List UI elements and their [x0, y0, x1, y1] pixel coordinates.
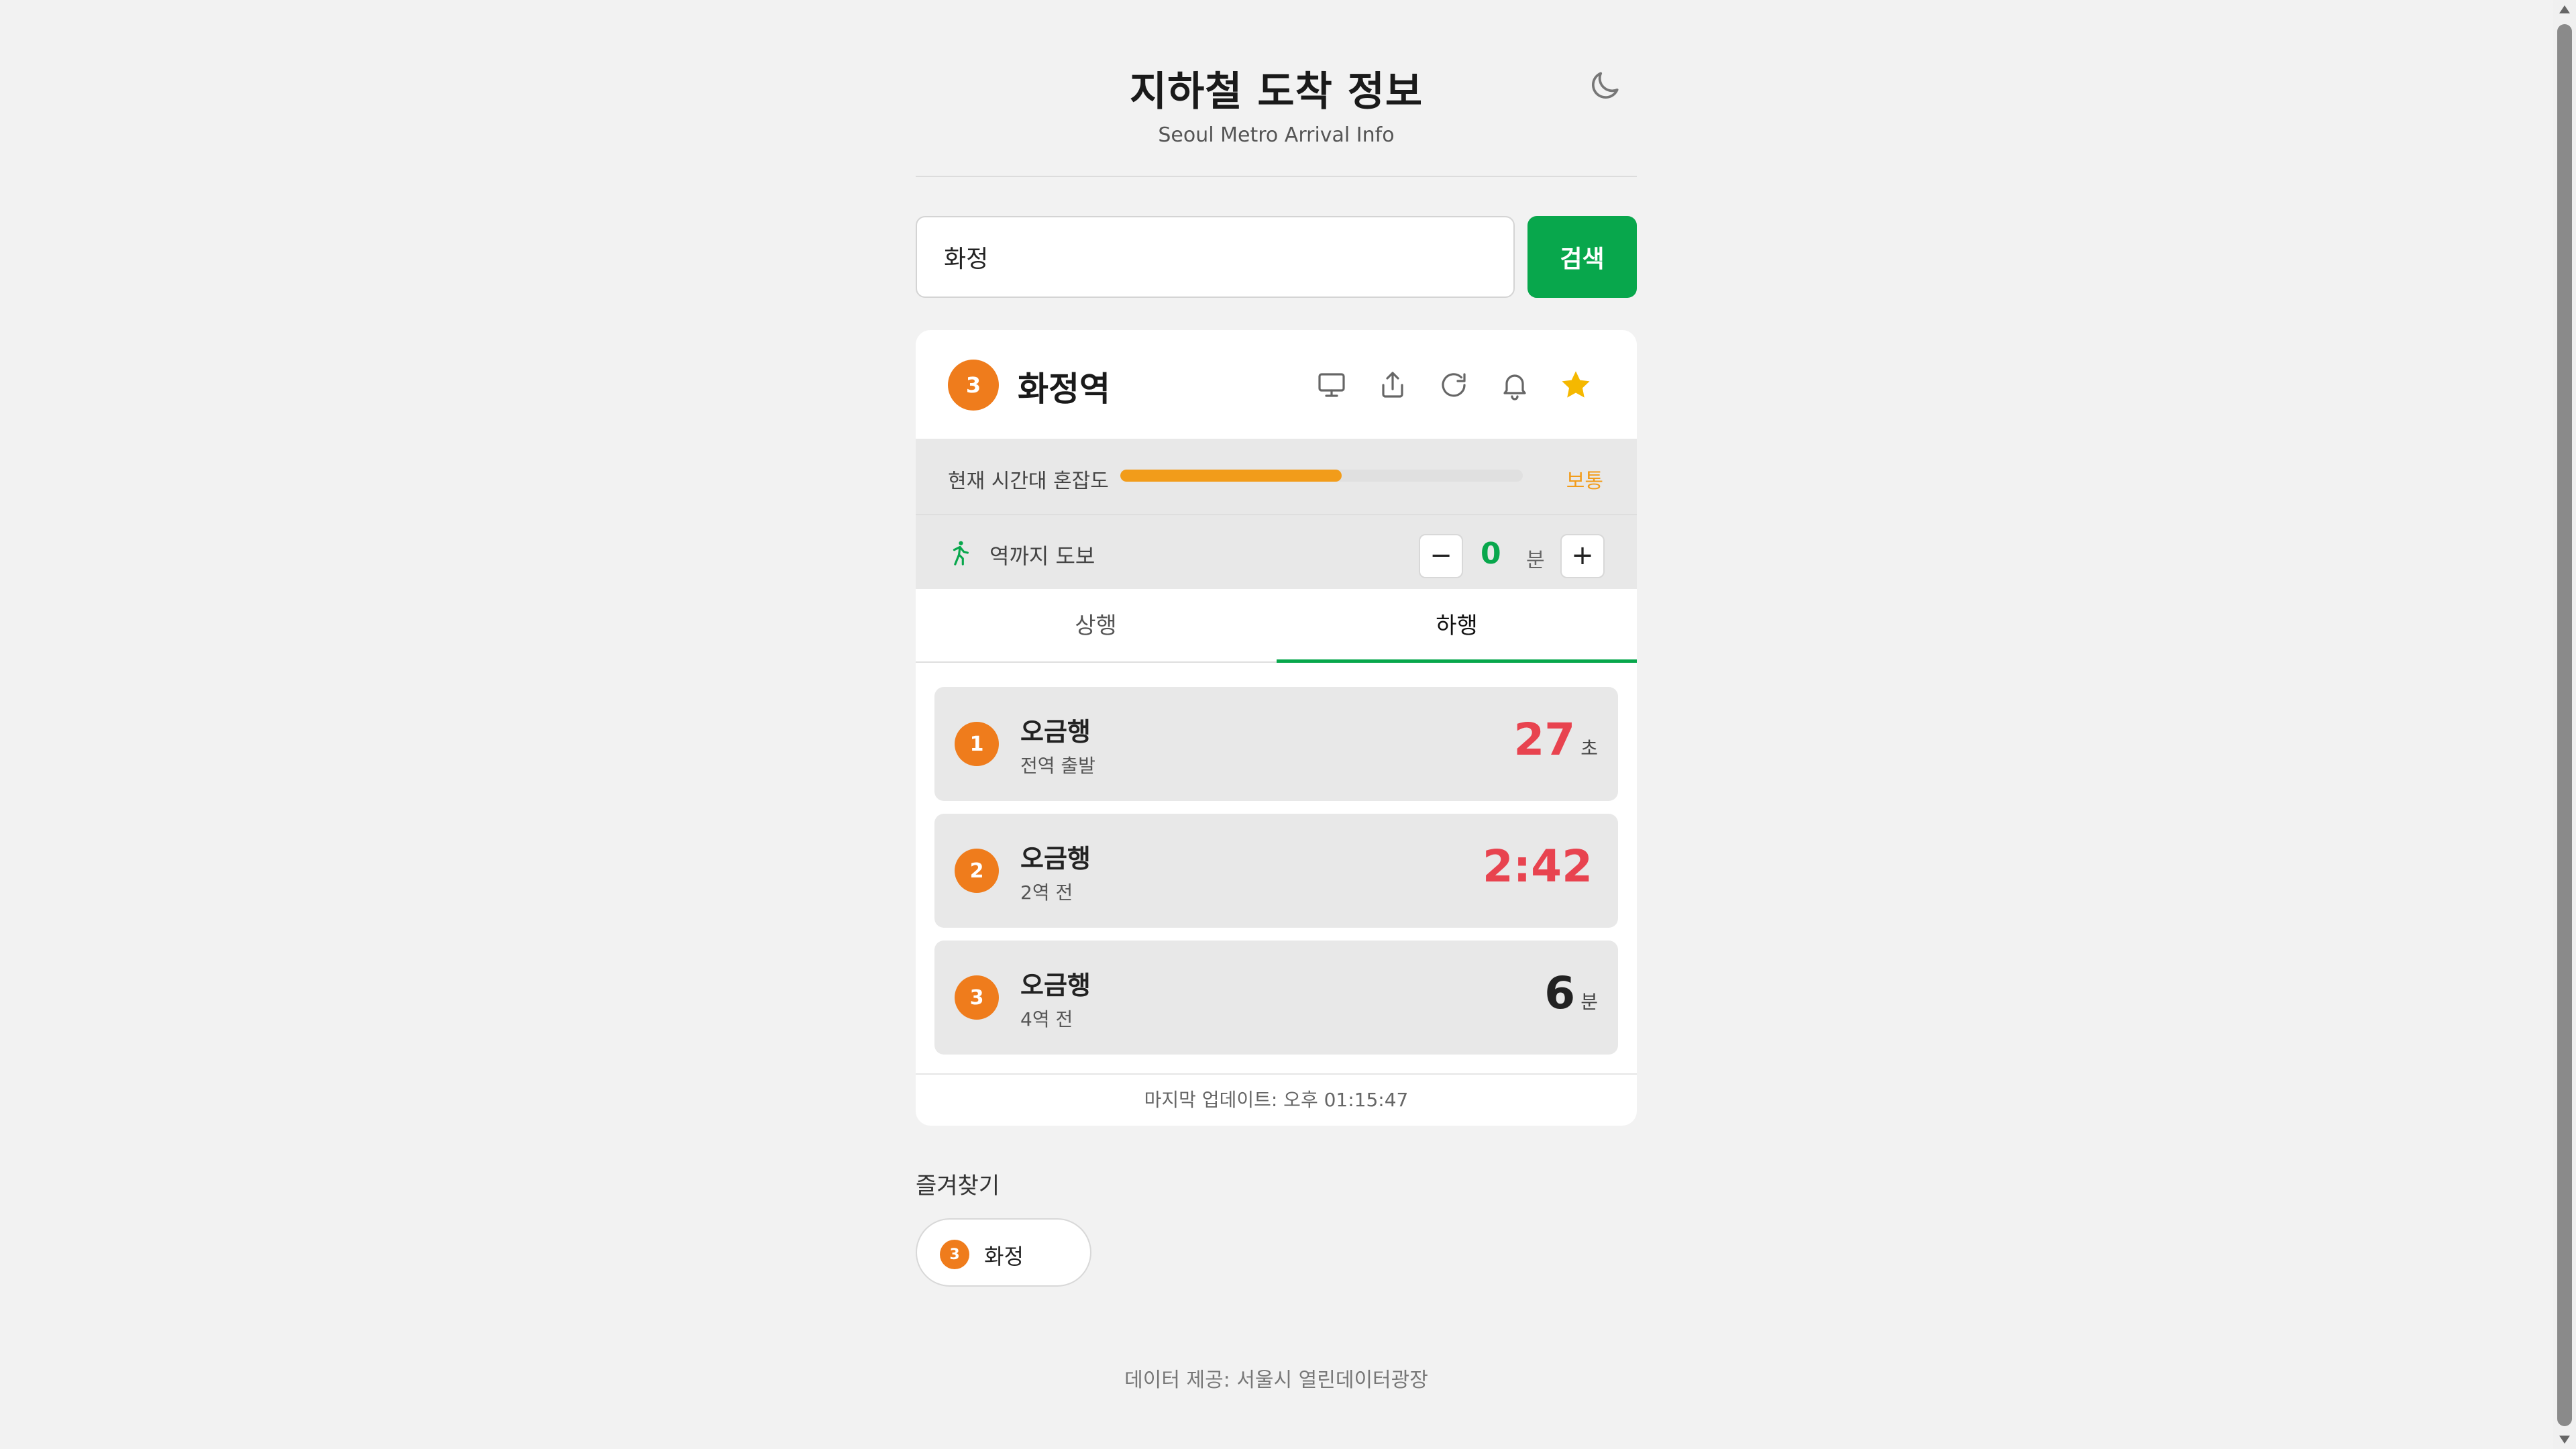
arrival-status: 4역 전 [1020, 1008, 1073, 1030]
direction-tabs: 상행 하행 [916, 589, 1637, 663]
arrival-item: 1 오금행 전역 출발 27 초 [934, 687, 1618, 801]
favorite-chip[interactable]: 3 화정 [916, 1218, 1091, 1287]
share-icon [1382, 372, 1403, 398]
arrival-time: 27 초 [1513, 714, 1598, 765]
favorite-button[interactable] [1556, 365, 1596, 405]
scrollbar-thumb[interactable] [2557, 24, 2572, 1426]
walk-decrease-button[interactable]: − [1419, 534, 1463, 578]
arrival-destination: 오금행 [1020, 844, 1091, 873]
favorites-title: 즐겨찾기 [916, 1173, 1000, 1199]
congestion-bar-fill [1120, 470, 1342, 482]
walking-person-icon [953, 541, 969, 566]
favorite-line-badge: 3 [940, 1240, 969, 1269]
congestion-label: 현재 시간대 혼잡도 [948, 470, 1109, 493]
refresh-icon [1442, 373, 1466, 397]
arrival-status: 전역 출발 [1020, 755, 1095, 777]
tab-down[interactable]: 하행 [1277, 589, 1637, 663]
page-scrollbar[interactable] [2553, 0, 2576, 1449]
page-title: 지하철 도착 정보 [1129, 68, 1424, 115]
arrival-time-unit: 분 [1580, 991, 1598, 1013]
arrival-destination: 오금행 [1020, 971, 1091, 1000]
search-button[interactable]: 검색 [1527, 216, 1637, 298]
moon-icon [1591, 72, 1619, 99]
app-container: 지하철 도착 정보 Seoul Metro Arrival Info 검색 3 … [916, 0, 1637, 1392]
station-name: 화정역 [1018, 370, 1110, 409]
walk-increase-button[interactable]: + [1560, 534, 1605, 578]
arrival-time-value: 2:42 [1482, 841, 1593, 892]
walk-minutes-unit: 분 [1526, 549, 1545, 572]
congestion-bar [1120, 470, 1523, 482]
arrival-order-badge: 3 [955, 975, 999, 1020]
arrival-item: 3 오금행 4역 전 6분 [934, 941, 1618, 1055]
station-header: 3 화정역 [916, 330, 1637, 439]
arrival-time: 6분 [1544, 967, 1598, 1019]
share-button[interactable] [1373, 365, 1413, 405]
walk-time-row: 역까지 도보 − 0 분 + [916, 514, 1637, 589]
dark-mode-toggle[interactable] [1586, 67, 1623, 105]
tab-up[interactable]: 상행 [916, 589, 1276, 663]
station-card: 3 화정역 현재 시간대 혼잡도 보통 역까지 도보 − 0 분 + 상행 하행… [916, 330, 1637, 1126]
scroll-down-arrow-icon[interactable] [2559, 1436, 2570, 1444]
arrival-order-badge: 2 [955, 849, 999, 893]
station-search-input[interactable] [916, 216, 1515, 298]
alarm-button[interactable] [1495, 365, 1535, 405]
arrival-order-badge: 1 [955, 722, 999, 766]
walk-label: 역까지 도보 [989, 543, 1095, 569]
page-header: 지하철 도착 정보 Seoul Metro Arrival Info [916, 0, 1637, 177]
bell-icon [1503, 374, 1526, 400]
scroll-up-arrow-icon[interactable] [2559, 5, 2570, 13]
congestion-status: 보통 [1566, 470, 1603, 493]
arrival-time-unit: 초 [1580, 737, 1598, 759]
page-subtitle: Seoul Metro Arrival Info [1158, 123, 1395, 147]
footer-credit: 데이터 제공: 서울시 열린데이터광장 [1124, 1368, 1428, 1392]
arrival-time-value: 6 [1544, 967, 1576, 1019]
arrival-item: 2 오금행 2역 전 2:42 [934, 814, 1618, 928]
arrival-status: 2역 전 [1020, 881, 1073, 904]
arrival-destination: 오금행 [1020, 717, 1091, 747]
search-bar: 검색 [916, 216, 1637, 298]
refresh-button[interactable] [1434, 365, 1474, 405]
arrival-time: 2:42 [1483, 841, 1598, 892]
arrival-time-value: 27 [1513, 714, 1576, 765]
star-icon [1562, 371, 1590, 398]
display-mode-button[interactable] [1311, 365, 1352, 405]
favorite-station-name: 화정 [984, 1244, 1024, 1269]
congestion-row: 현재 시간대 혼잡도 보통 [916, 439, 1637, 514]
walk-minutes-value: 0 [1481, 537, 1501, 571]
monitor-icon [1318, 373, 1345, 397]
last-update-text: 마지막 업데이트: 오후 01:15:47 [916, 1073, 1637, 1126]
line-badge: 3 [948, 360, 999, 411]
